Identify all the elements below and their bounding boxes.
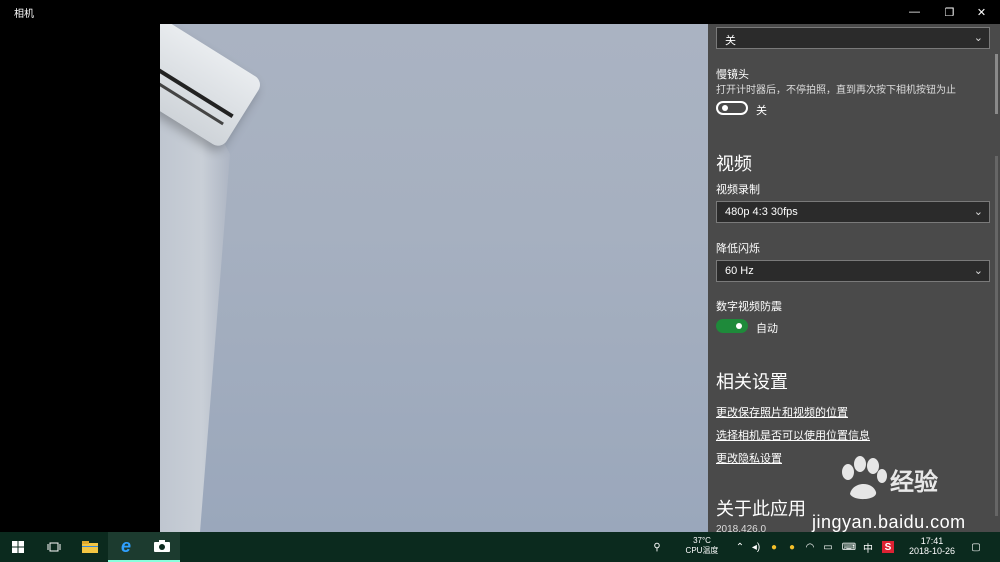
chevron-down-icon: ⌄	[973, 32, 983, 44]
battery-icon[interactable]: ▭	[822, 541, 834, 553]
timelapse-toggle[interactable]	[716, 101, 748, 115]
people-icon[interactable]: ⚲	[651, 541, 663, 553]
cpu-temp-label: CPU温度	[685, 546, 719, 555]
cpu-temp-value: 37°C	[693, 536, 711, 545]
taskbar: e ⚲ 37°C CPU温度 ⌃ ◂) ● ● ◠ ▭ ⌨ 中 S 17:41 …	[0, 532, 1000, 562]
chevron-up-icon[interactable]: ⌃	[734, 541, 746, 553]
camera-app-button[interactable]	[144, 532, 180, 562]
minimize-button[interactable]: —	[898, 0, 931, 24]
stabilization-state: 自动	[756, 323, 778, 335]
folder-icon	[82, 541, 98, 553]
volume-icon[interactable]: ◂)	[750, 541, 762, 553]
task-view-icon	[47, 542, 61, 552]
notification-icon[interactable]: ▢	[970, 541, 982, 553]
camera-preview[interactable]	[160, 24, 708, 532]
app-title: 相机	[14, 9, 34, 20]
about-heading: 关于此应用	[716, 499, 806, 519]
flicker-value: 60 Hz	[725, 265, 754, 277]
wifi-icon[interactable]: ◠	[804, 541, 816, 553]
camera-icon	[154, 540, 170, 552]
start-button[interactable]	[0, 532, 36, 562]
timer-select[interactable]: 关 ⌄	[716, 27, 990, 49]
close-icon: ✕	[976, 6, 987, 19]
video-recording-label: 视频录制	[716, 184, 760, 196]
stabilization-toggle[interactable]	[716, 319, 748, 333]
timelapse-title: 慢镜头	[716, 69, 749, 81]
file-explorer-button[interactable]	[72, 532, 108, 562]
sogou-icon[interactable]: S	[882, 541, 894, 553]
video-recording-value: 480p 4:3 30fps	[725, 206, 798, 218]
internet-explorer-icon: e	[120, 535, 131, 556]
video-section-heading: 视频	[716, 154, 752, 174]
clock-time: 17:41	[920, 536, 944, 546]
link-location-permission[interactable]: 选择相机是否可以使用位置信息	[716, 427, 870, 443]
keyboard-icon[interactable]: ⌨	[840, 541, 858, 553]
link-privacy-settings[interactable]: 更改隐私设置	[716, 450, 782, 466]
flicker-label: 降低闪烁	[716, 243, 760, 255]
chevron-down-icon: ⌄	[973, 265, 983, 277]
scrollbar-track[interactable]	[995, 156, 998, 516]
video-recording-select[interactable]: 480p 4:3 30fps ⌄	[716, 201, 990, 223]
minimize-icon: —	[909, 6, 920, 18]
chevron-down-icon: ⌄	[973, 206, 983, 218]
task-view-button[interactable]	[36, 532, 72, 562]
timelapse-description: 打开计时器后，不停拍照，直到再次按下相机按钮为止	[716, 85, 956, 96]
close-button[interactable]: ✕	[965, 0, 998, 24]
security-icon[interactable]: ●	[786, 541, 798, 553]
timelapse-state: 关	[756, 105, 767, 117]
toggle-knob	[736, 323, 742, 329]
ime-indicator[interactable]: 中	[862, 541, 874, 555]
cpu-temp[interactable]: 37°C CPU温度	[682, 536, 722, 556]
flicker-select[interactable]: 60 Hz ⌄	[716, 260, 990, 282]
version-text: 2018.426.0	[716, 524, 767, 532]
toggle-knob	[722, 105, 728, 111]
clock[interactable]: 17:41 2018-10-26	[904, 536, 960, 556]
app-tray-icon[interactable]: ●	[768, 541, 780, 553]
timer-select-value: 关	[725, 35, 736, 47]
link-save-location[interactable]: 更改保存照片和视频的位置	[716, 404, 848, 420]
scrollbar-thumb[interactable]	[995, 54, 998, 114]
related-settings-heading: 相关设置	[716, 372, 788, 392]
clock-date: 2018-10-26	[908, 546, 956, 556]
restore-icon: ❐	[944, 6, 955, 19]
restore-button[interactable]: ❐	[933, 0, 966, 24]
windows-icon	[12, 541, 24, 553]
title-bar: 相机 — ❐ ✕	[0, 0, 1000, 24]
ie-button[interactable]: e	[108, 532, 144, 562]
settings-panel: 关 ⌄ 慢镜头 打开计时器后，不停拍照，直到再次按下相机按钮为止 关 视频 视频…	[708, 24, 1000, 532]
stabilization-label: 数字视频防震	[716, 301, 782, 313]
